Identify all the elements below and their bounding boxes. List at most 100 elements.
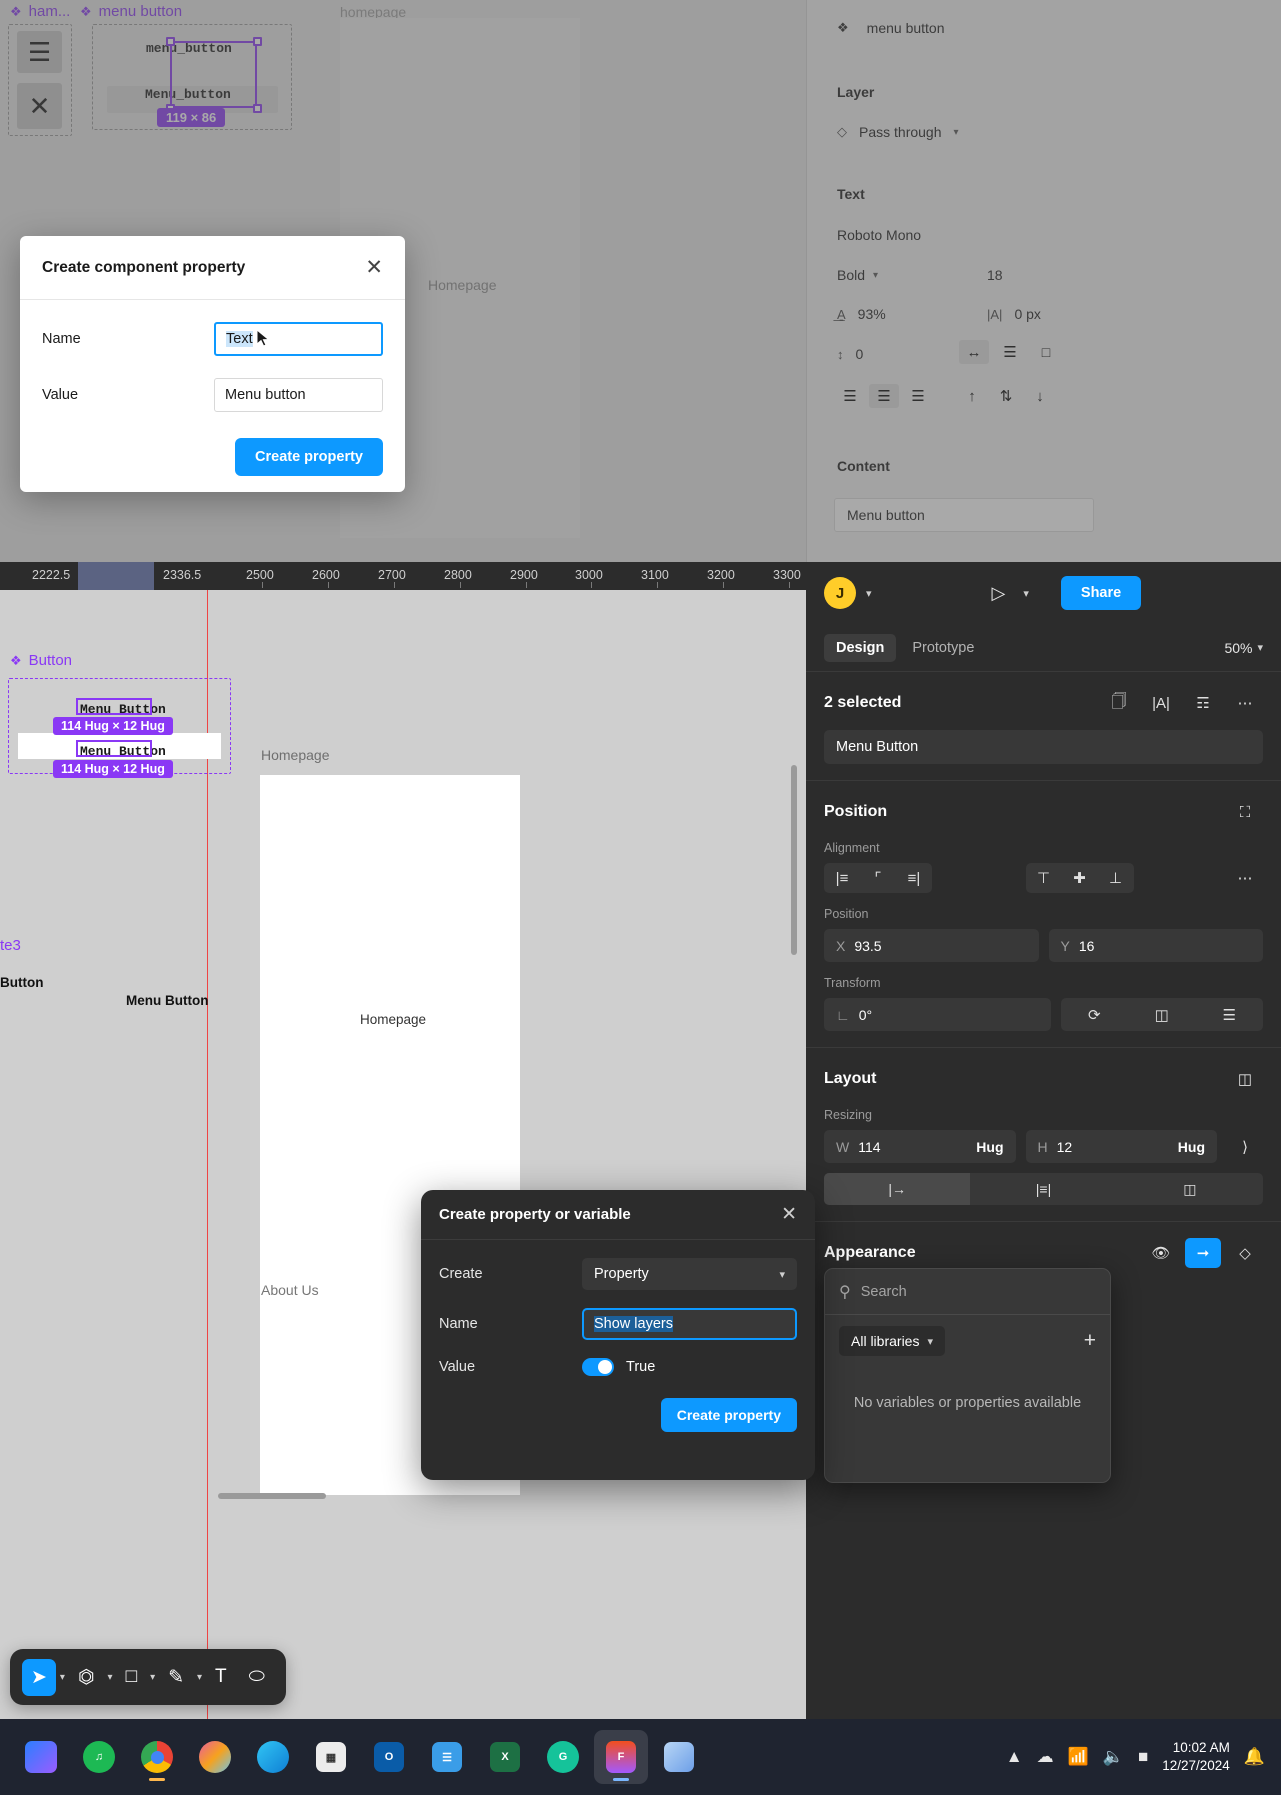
wifi-icon[interactable]: 📶 xyxy=(1068,1747,1089,1767)
avatar[interactable]: J xyxy=(824,577,856,609)
auto-layout-icon[interactable]: ◫ xyxy=(1227,1064,1263,1094)
hamburger-menu-icon[interactable]: ☰ xyxy=(17,31,62,73)
font-family-row[interactable]: Roboto Mono xyxy=(837,227,921,243)
position-x-field[interactable]: X 93.5 xyxy=(824,929,1039,962)
notification-bell-icon[interactable]: 🔔 xyxy=(1244,1747,1265,1767)
blend-mode-row[interactable]: ◇ Pass through ▾ xyxy=(837,124,959,140)
components-grid-icon[interactable]: ☶ xyxy=(1185,688,1221,718)
flip-horizontal-icon[interactable]: ◫ xyxy=(1128,998,1196,1031)
selection-handle-tr[interactable] xyxy=(253,37,262,46)
align-middle-icon[interactable]: ⇅ xyxy=(991,384,1021,408)
auto-width-icon[interactable]: ↔ xyxy=(959,340,989,364)
more-options-icon[interactable]: ⋯ xyxy=(1227,688,1263,718)
zoom-control[interactable]: 50% ▾ xyxy=(1224,640,1263,656)
detach-icon[interactable]: |A| xyxy=(1143,688,1179,718)
content-value-input[interactable]: Menu button xyxy=(834,498,1094,532)
align-horizontal-icon[interactable]: |→ xyxy=(824,1173,971,1205)
aspect-ratio-lock-icon[interactable]: ⟩ xyxy=(1227,1132,1263,1162)
height-field[interactable]: H 12 Hug xyxy=(1025,1130,1217,1163)
variables-search-row[interactable]: ⚲ Search xyxy=(825,1269,1110,1315)
align-center-icon[interactable]: ☰ xyxy=(869,384,899,408)
selection-handle-br[interactable] xyxy=(253,104,262,113)
microsoft-store-app[interactable]: ▦ xyxy=(304,1730,358,1784)
clip-content-icon[interactable]: ◫ xyxy=(1117,1173,1263,1205)
value-toggle[interactable] xyxy=(582,1358,614,1376)
text-tool[interactable]: T xyxy=(206,1659,236,1695)
align-vertical-center-icon[interactable]: ✚ xyxy=(1062,863,1098,893)
resize-mode-icons[interactable]: ↔ ☰ □ xyxy=(959,340,1061,364)
create-property-button[interactable]: Create property xyxy=(235,438,383,476)
bottom-canvas[interactable]: ❖ Button Menu Button 114 Hug × 12 Hug Me… xyxy=(0,590,806,1719)
tab-prototype[interactable]: Prototype xyxy=(900,634,986,662)
pen-tool[interactable]: ✎ xyxy=(159,1659,193,1696)
comment-tool[interactable]: ⬭ xyxy=(240,1659,274,1695)
font-size-row[interactable]: 18 xyxy=(987,267,1003,283)
photos-app[interactable] xyxy=(652,1730,706,1784)
letter-spacing-row[interactable]: |A| 0 px xyxy=(987,306,1041,322)
tab-design[interactable]: Design xyxy=(824,633,897,662)
rotate-icon[interactable]: ⟳ xyxy=(1061,998,1129,1031)
chevron-down-icon[interactable]: ▾ xyxy=(60,1672,65,1683)
align-bottom-icon[interactable]: ↓ xyxy=(1025,384,1055,408)
inner-selection-bottom[interactable] xyxy=(76,740,152,757)
close-x-icon[interactable]: ✕ xyxy=(781,1205,797,1224)
shape-tool[interactable]: □ xyxy=(117,1659,146,1695)
h-mode[interactable]: Hug xyxy=(1178,1139,1205,1155)
width-field[interactable]: W 114 Hug xyxy=(824,1130,1016,1163)
auto-height-icon[interactable]: ☰ xyxy=(995,340,1025,364)
name-input[interactable]: Show layers xyxy=(582,1308,797,1340)
figma-app[interactable]: F xyxy=(594,1730,648,1784)
horizontal-ruler[interactable]: 2222.5 2336.5 2500 2600 2700 2800 2900 3… xyxy=(0,562,806,590)
canvas-horizontal-scrollbar[interactable] xyxy=(218,1493,326,1499)
chevron-down-icon[interactable]: ▾ xyxy=(197,1672,202,1683)
chevron-down-icon[interactable]: ▾ xyxy=(1023,587,1029,600)
name-input[interactable]: Text xyxy=(214,322,383,356)
edge-app[interactable] xyxy=(246,1730,300,1784)
notes-app[interactable]: ☰ xyxy=(420,1730,474,1784)
align-horizontal-center-icon[interactable]: ⌜ xyxy=(860,863,896,893)
chrome-app[interactable] xyxy=(130,1730,184,1784)
chevron-down-icon[interactable]: ▾ xyxy=(108,1672,113,1683)
w-mode[interactable]: Hug xyxy=(976,1139,1003,1155)
blend-mode-icon[interactable]: ◇ xyxy=(1227,1238,1263,1268)
align-bottom-icon[interactable]: ⊥ xyxy=(1098,863,1134,893)
move-tool[interactable]: ➤ xyxy=(22,1658,56,1696)
grammarly-app[interactable]: G xyxy=(536,1730,590,1784)
outlook-app[interactable]: O xyxy=(362,1730,416,1784)
rotation-field[interactable]: ∟ 0° xyxy=(824,998,1051,1031)
selection-box[interactable] xyxy=(170,41,257,108)
fixed-size-icon[interactable]: □ xyxy=(1031,340,1061,364)
value-input[interactable]: Menu button xyxy=(214,378,383,412)
apply-variable-icon[interactable]: ➞ xyxy=(1185,1238,1221,1268)
align-right-icon[interactable]: ☰ xyxy=(903,384,933,408)
inner-selection-top[interactable] xyxy=(76,698,152,715)
library-selector[interactable]: All libraries ▾ xyxy=(839,1326,945,1356)
create-component-icon[interactable]: 🗍 xyxy=(1101,688,1137,718)
align-right-icon[interactable]: ≡| xyxy=(896,863,932,893)
taskbar-clock[interactable]: 10:02 AM 12/27/2024 xyxy=(1162,1739,1230,1775)
line-height-row[interactable]: ͟A̱ 93% xyxy=(837,306,886,322)
close-x-icon[interactable]: ✕ xyxy=(365,257,383,278)
absolute-position-icon[interactable]: ⛶ xyxy=(1227,797,1263,827)
text-align-h-icons[interactable]: ☰ ☰ ☰ xyxy=(835,384,933,408)
close-x-icon[interactable]: ✕ xyxy=(17,83,62,129)
battery-icon[interactable]: ■ xyxy=(1138,1747,1148,1767)
create-property-button[interactable]: Create property xyxy=(660,1398,797,1432)
copilot-app[interactable] xyxy=(14,1730,68,1784)
align-top-icon[interactable]: ⊤ xyxy=(1026,863,1062,893)
align-left-icon[interactable]: ☰ xyxy=(835,384,865,408)
frame-tool[interactable]: ⏣ xyxy=(69,1659,104,1696)
spotify-app[interactable]: ♫ xyxy=(72,1730,126,1784)
selection-handle-tl[interactable] xyxy=(166,37,175,46)
font-weight-row[interactable]: Bold ▾ xyxy=(837,267,878,283)
canvas-vertical-scrollbar[interactable] xyxy=(791,765,797,955)
selection-name-field[interactable]: Menu Button xyxy=(824,730,1263,764)
chevron-up-icon[interactable]: ▲ xyxy=(1006,1747,1023,1767)
play-icon[interactable]: ▷ xyxy=(992,583,1006,604)
visibility-eye-icon[interactable]: 👁 xyxy=(1143,1238,1179,1268)
rainbow-app[interactable] xyxy=(188,1730,242,1784)
flip-vertical-icon[interactable]: ☰ xyxy=(1196,998,1264,1031)
excel-app[interactable]: X xyxy=(478,1730,532,1784)
share-button[interactable]: Share xyxy=(1060,576,1142,610)
position-y-field[interactable]: Y 16 xyxy=(1048,929,1263,962)
